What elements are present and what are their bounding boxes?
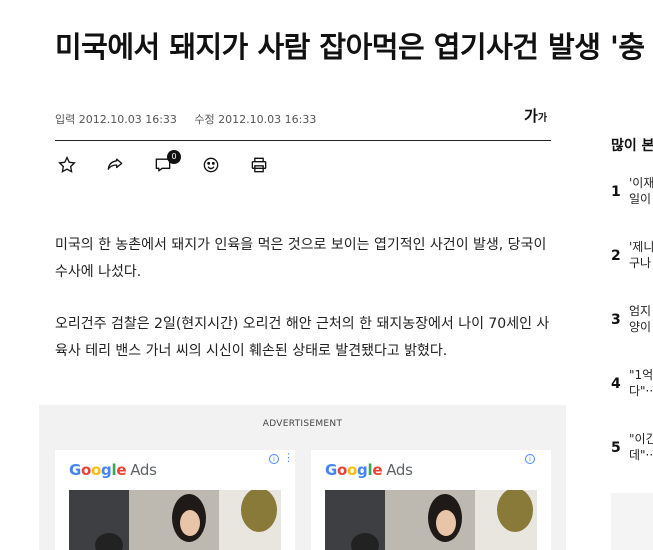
google-ads-logo: Google Ads xyxy=(325,461,413,479)
rank-headline: '제니 구나 xyxy=(629,240,653,270)
ads-wordmark: Ads xyxy=(130,461,157,479)
article-headline: 미국에서 돼지가 사람 잡아먹은 엽기사건 발생 '충 xyxy=(55,30,645,64)
comment-button[interactable]: 0 xyxy=(151,150,181,177)
share-button[interactable] xyxy=(103,153,127,177)
ad-image[interactable] xyxy=(69,490,281,550)
rank-headline: '이재 일이 xyxy=(629,176,653,206)
ad-info-icon[interactable]: i xyxy=(269,454,279,464)
article-paragraph: 오리건주 검찰은 2일(현지시간) 오리건 해안 근처의 한 돼지농장에서 나이… xyxy=(55,316,550,359)
ad-image[interactable] xyxy=(325,490,537,550)
published-time: 입력 2012.10.03 16:33 xyxy=(55,113,177,126)
ads-wordmark: Ads xyxy=(386,461,413,479)
header-divider xyxy=(55,140,551,141)
rank-headline: 엄지 양이 xyxy=(629,304,652,334)
star-icon xyxy=(58,155,76,173)
rank-number: 5 xyxy=(611,440,621,456)
comment-count-badge: 0 xyxy=(167,150,181,164)
reaction-button[interactable] xyxy=(199,153,223,177)
google-wordmark: Google xyxy=(325,461,383,479)
ad-menu-icon[interactable]: ⋮ xyxy=(283,452,294,463)
most-viewed-item[interactable]: 2 '제니 구나 xyxy=(611,239,653,273)
article-body: 미국의 한 농촌에서 돼지가 인육을 먹은 것으로 보이는 엽기적인 사건이 발… xyxy=(55,232,555,390)
google-ads-logo: Google Ads xyxy=(69,461,157,479)
print-button[interactable] xyxy=(247,153,271,177)
print-icon xyxy=(251,157,267,173)
share-icon xyxy=(107,158,123,170)
rank-headline: "이긴데"··· xyxy=(629,432,653,462)
rank-number: 4 xyxy=(611,376,621,392)
ad-info-icon[interactable]: i xyxy=(525,454,535,464)
most-viewed-item[interactable]: 4 "1억다"··· xyxy=(611,367,653,401)
font-size-large-label: 가 xyxy=(524,107,538,125)
google-wordmark: Google xyxy=(69,461,127,479)
most-viewed-item[interactable]: 1 '이재 일이 xyxy=(611,175,653,209)
most-viewed-item[interactable]: 3 엄지 양이 xyxy=(611,303,653,337)
ad-card[interactable]: Google Ads i ⋮ xyxy=(55,450,295,550)
rank-number: 3 xyxy=(611,312,621,328)
rank-headline: "1억다"··· xyxy=(629,368,653,398)
font-size-small-label: 가 xyxy=(537,113,548,124)
most-viewed-item[interactable]: 5 "이긴데"··· xyxy=(611,431,653,465)
ad-card[interactable]: Google Ads i xyxy=(311,450,551,550)
modified-time: 수정 2012.10.03 16:33 xyxy=(194,113,317,126)
rank-number: 2 xyxy=(611,248,621,264)
font-size-button[interactable]: 가가 xyxy=(524,105,547,126)
advertisement-label: ADVERTISEMENT xyxy=(262,419,343,429)
advertisement-section: ADVERTISEMENT Google Ads i ⋮ Google Ads i xyxy=(39,405,566,550)
article-paragraph: 미국의 한 농촌에서 돼지가 인육을 먹은 것으로 보이는 엽기적인 사건이 발… xyxy=(55,237,547,280)
sidebar-ad-box xyxy=(611,493,653,550)
smile-icon xyxy=(203,157,219,173)
article-meta: 입력 2012.10.03 16:33 수정 2012.10.03 16:33 xyxy=(55,111,330,127)
most-viewed-title: 많이 본 xyxy=(611,138,653,154)
rank-number: 1 xyxy=(611,184,621,200)
bookmark-button[interactable] xyxy=(55,153,79,177)
